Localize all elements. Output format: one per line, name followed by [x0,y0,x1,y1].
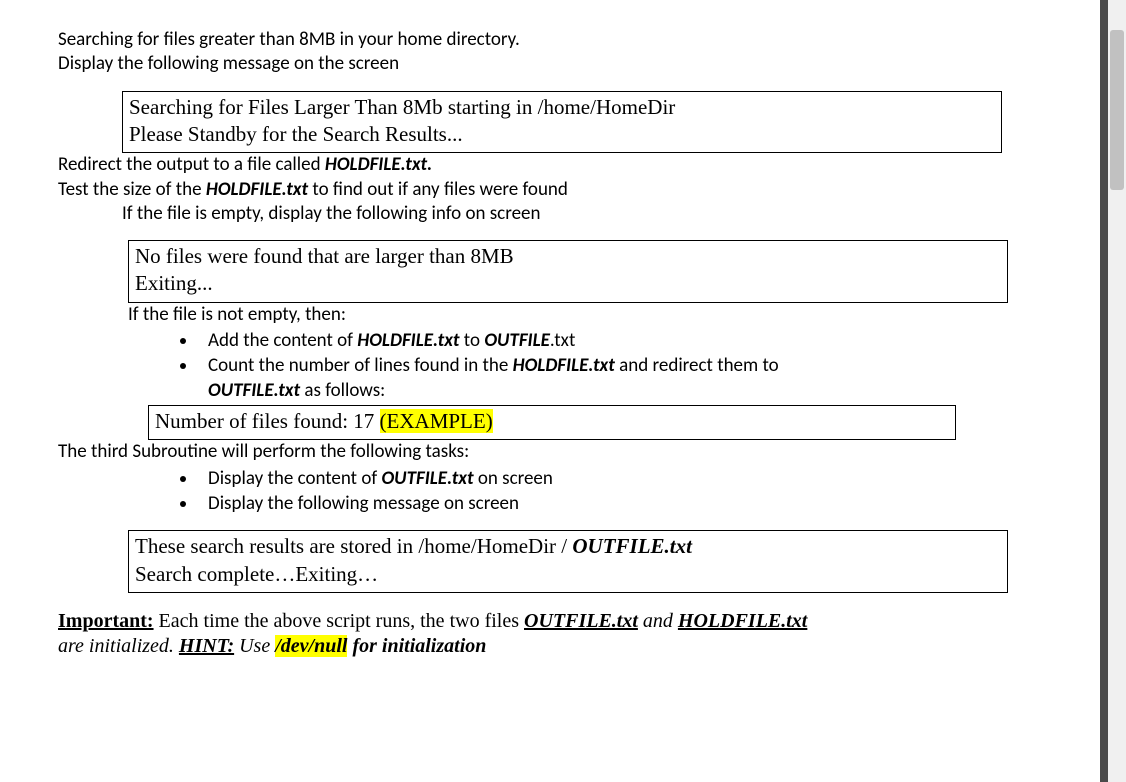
list-item: Add the content of HOLDFILE.txt to OUTFI… [198,329,1096,353]
important-use: Use [234,635,275,657]
message-box-3: Number of files found: 17 (EXAMPLE) [148,405,956,440]
test-pre: Test the size of the [58,178,206,201]
box3-prefix: Number of files found: 17 [155,409,380,433]
holdfile-ref-5: HOLDFILE.txt [678,610,807,632]
box1-line2: Please Standby for the Search Results... [129,121,995,148]
if-not-empty-line: If the file is not empty, then: [128,303,1096,327]
outfile-ref: OUTFILE [484,329,550,352]
important-text1: Each time the above script runs, the two… [154,610,524,632]
third-sub-list: Display the content of OUTFILE.txt on sc… [128,467,1096,517]
box1-line1: Searching for Files Larger Than 8Mb star… [129,94,995,121]
important-line2-pre: are initialized. [58,635,179,657]
holdfile-ref-2: HOLDFILE.txt [206,178,308,201]
box4-line1-pre: These search results are stored in /home… [135,534,572,558]
box2-line1: No files were found that are larger than… [135,243,1001,270]
holdfile-ref: HOLDFILE.txt. [325,153,432,176]
intro-line-2: Display the following message on the scr… [58,52,1096,76]
outfile-ref-5: OUTFILE.txt [524,610,638,632]
important-label: Important: [58,610,154,632]
if-empty-line: If the file is empty, display the follow… [122,202,1096,226]
intro-paragraph: Searching for files greater than 8MB in … [58,28,1096,77]
page-right-edge [1100,0,1108,782]
important-tail: for initialization [347,635,486,657]
redirect-line: Redirect the output to a file called HOL… [58,153,1096,177]
outfile-ref-4: OUTFILE.txt [572,534,692,558]
intro-line-1: Searching for files greater than 8MB in … [58,28,1096,52]
if-not-empty-list: Add the content of HOLDFILE.txt to OUTFI… [128,329,1096,403]
hint-label: HINT: [179,635,234,657]
message-box-2: No files were found that are larger than… [128,240,1008,303]
important-and: and [638,610,678,632]
document-page: Searching for files greater than 8MB in … [0,0,1096,782]
important-paragraph: Important: Each time the above script ru… [58,609,1018,660]
bullet2-pre: Count the number of lines found in the [208,354,513,377]
test-line: Test the size of the HOLDFILE.txt to fin… [58,178,1096,202]
sub-bullet1-post: on screen [474,467,553,490]
bullet2-post: as follows: [300,379,385,402]
devnull-highlight: /dev/null [275,635,347,657]
test-post: to find out if any files were found [308,178,568,201]
message-box-1: Searching for Files Larger Than 8Mb star… [122,91,1002,154]
bullet1-mid: to [460,329,485,352]
sub-bullet2: Display the following message on screen [208,492,519,515]
box4-line1: These search results are stored in /home… [135,533,1001,560]
example-highlight: (EXAMPLE) [380,409,493,433]
holdfile-ref-4: HOLDFILE.txt [513,354,615,377]
list-item: Display the following message on screen [198,492,1096,516]
sub-bullet1-pre: Display the content of [208,467,381,490]
redirect-pre: Redirect the output to a file called [58,153,325,176]
third-sub-line: The third Subroutine will perform the fo… [58,440,1096,464]
bullet2-mid: and redirect them to [615,354,779,377]
list-item: Count the number of lines found in the H… [198,354,1096,403]
holdfile-ref-3: HOLDFILE.txt [357,329,459,352]
list-item: Display the content of OUTFILE.txt on sc… [198,467,1096,491]
bullet1-pre: Add the content of [208,329,357,352]
box2-line2: Exiting... [135,270,1001,297]
box4-line2: Search complete…Exiting… [135,561,1001,588]
outfile-ref-2: OUTFILE.txt [208,379,300,402]
scrollbar-thumb[interactable] [1110,30,1124,190]
vertical-scrollbar[interactable] [1108,0,1126,782]
message-box-4: These search results are stored in /home… [128,530,1008,593]
outfile-ref-3: OUTFILE.txt [381,467,473,490]
bullet1-post: .txt [550,329,575,352]
